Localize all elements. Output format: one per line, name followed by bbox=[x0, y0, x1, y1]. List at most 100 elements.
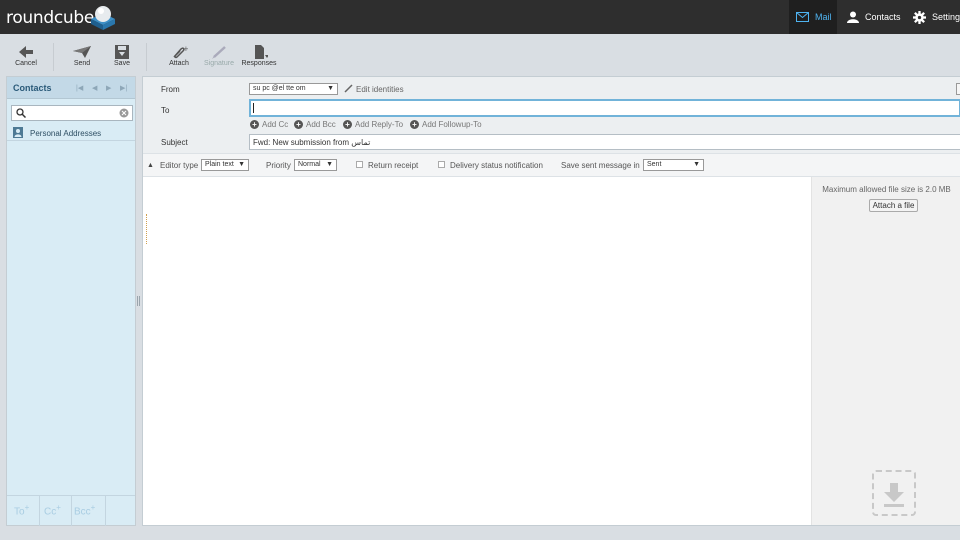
add-to-label: To bbox=[14, 506, 25, 518]
add-bcc-label: Bcc bbox=[74, 506, 91, 518]
delivery-status-checkbox[interactable] bbox=[438, 161, 445, 168]
send-button[interactable]: Send bbox=[62, 45, 102, 67]
plus-icon: + bbox=[56, 503, 61, 512]
nav-mail-label: Mail bbox=[815, 12, 832, 22]
nav-settings[interactable]: Settings bbox=[913, 0, 960, 34]
contacts-panel: Contacts |◀ ◀ ▶ ▶| Personal Addresses To… bbox=[6, 76, 136, 526]
save-sent-select[interactable]: Sent ▼ bbox=[643, 159, 704, 171]
add-to-button[interactable]: To+ bbox=[14, 503, 29, 517]
priority-select[interactable]: Normal ▼ bbox=[294, 159, 337, 171]
add-cc-label: Cc bbox=[44, 506, 57, 518]
add-followup-to-label: Add Followup-To bbox=[422, 120, 482, 129]
contacts-panel-header: Contacts |◀ ◀ ▶ ▶| bbox=[7, 77, 135, 99]
add-followup-to-link[interactable]: + Add Followup-To bbox=[410, 120, 482, 129]
add-cc-button[interactable]: Cc+ bbox=[44, 503, 61, 517]
priority-label: Priority bbox=[266, 161, 291, 170]
attach-button[interactable]: + Attach bbox=[159, 45, 199, 67]
next-page-icon[interactable]: ▶ bbox=[106, 84, 111, 92]
send-label: Send bbox=[73, 60, 91, 67]
editor-type-label: Editor type bbox=[160, 161, 199, 170]
address-book-label: Personal Addresses bbox=[30, 129, 102, 138]
compose-options-bar: ▲ Editor type Plain text ▼ Priority Norma… bbox=[143, 153, 960, 177]
from-select[interactable]: su pc @el tte om ▼ bbox=[249, 83, 338, 95]
compose-toolbar: Cancel Send Save + Attach Signature Resp… bbox=[0, 34, 960, 74]
edit-identities-link[interactable]: Edit identities bbox=[344, 84, 404, 94]
priority-value: Normal bbox=[298, 161, 321, 168]
attach-file-button[interactable]: Attach a file bbox=[869, 199, 918, 212]
document-icon bbox=[255, 45, 268, 59]
to-input[interactable] bbox=[249, 99, 960, 117]
plus-circle-icon: + bbox=[410, 120, 419, 129]
subject-label: Subject bbox=[161, 138, 188, 147]
add-reply-to-link[interactable]: + Add Reply-To bbox=[343, 120, 403, 129]
to-label: To bbox=[161, 106, 170, 115]
attachments-panel: Maximum allowed file size is 2.0 MB Atta… bbox=[811, 177, 960, 525]
plus-circle-icon: + bbox=[294, 120, 303, 129]
clear-search-icon[interactable] bbox=[119, 108, 129, 118]
compose-headers: From su pc @el tte om ▼ Edit identities … bbox=[143, 77, 960, 153]
message-body-editor[interactable] bbox=[143, 177, 811, 525]
plus-circle-icon: + bbox=[343, 120, 352, 129]
app-logo[interactable]: roundcube bbox=[6, 8, 94, 28]
save-icon bbox=[115, 45, 129, 59]
svg-text:+: + bbox=[183, 45, 188, 53]
prev-page-icon[interactable]: ◀ bbox=[92, 84, 97, 92]
signature-label: Signature bbox=[204, 60, 234, 67]
text-caret bbox=[253, 103, 254, 113]
attach-label: Attach bbox=[169, 60, 189, 67]
add-bcc-link[interactable]: + Add Bcc bbox=[294, 120, 336, 129]
add-bcc-button[interactable]: Bcc+ bbox=[74, 503, 95, 517]
save-sent-label: Save sent message in bbox=[561, 161, 640, 170]
footer-divider bbox=[105, 496, 106, 526]
pencil-icon bbox=[344, 84, 353, 93]
address-book-item[interactable]: Personal Addresses bbox=[7, 125, 135, 141]
return-receipt-checkbox[interactable] bbox=[356, 161, 363, 168]
nav-contacts[interactable]: Contacts bbox=[845, 0, 905, 34]
first-page-icon[interactable]: |◀ bbox=[76, 84, 83, 92]
footer-divider bbox=[39, 496, 40, 526]
address-book-icon bbox=[13, 127, 23, 138]
recipient-add-bar: To+ Cc+ Bcc+ bbox=[7, 495, 135, 526]
subject-input[interactable]: Fwd: New submission from تماس bbox=[249, 134, 960, 150]
contacts-search-input[interactable] bbox=[11, 105, 133, 121]
editor-type-select[interactable]: Plain text ▼ bbox=[201, 159, 249, 171]
last-page-icon[interactable]: ▶| bbox=[120, 84, 127, 92]
from-value: su pc @el tte om bbox=[253, 85, 306, 92]
save-button[interactable]: Save bbox=[102, 45, 142, 67]
collapse-options-icon[interactable]: ▲ bbox=[147, 162, 154, 169]
plus-icon: + bbox=[24, 503, 30, 512]
dropdown-arrow-icon: ▼ bbox=[327, 85, 334, 92]
editor-type-value: Plain text bbox=[205, 161, 234, 168]
roundcube-logo-icon bbox=[91, 6, 115, 30]
editor-margin-marker bbox=[146, 214, 147, 244]
nav-mail[interactable]: Mail bbox=[789, 0, 837, 34]
person-icon bbox=[847, 11, 859, 23]
cancel-button[interactable]: Cancel bbox=[6, 45, 46, 67]
gear-icon bbox=[913, 10, 926, 24]
cancel-label: Cancel bbox=[15, 60, 37, 67]
panel-splitter[interactable] bbox=[137, 296, 140, 306]
return-receipt-label: Return receipt bbox=[368, 161, 419, 170]
plus-icon: + bbox=[90, 503, 96, 512]
plus-circle-icon: + bbox=[250, 120, 259, 129]
edit-identities-label: Edit identities bbox=[356, 85, 404, 94]
file-drop-zone[interactable] bbox=[872, 470, 916, 516]
responses-button[interactable]: Responses bbox=[239, 45, 279, 67]
paperclip-icon: + bbox=[173, 45, 188, 59]
signature-button[interactable]: Signature bbox=[199, 45, 239, 67]
save-sent-value: Sent bbox=[647, 161, 662, 168]
footer-divider bbox=[71, 496, 72, 526]
toolbar-divider bbox=[53, 43, 54, 71]
paper-plane-icon bbox=[73, 46, 91, 58]
envelope-icon bbox=[796, 12, 809, 22]
compose-form: From su pc @el tte om ▼ Edit identities … bbox=[142, 76, 960, 526]
responses-label: Responses bbox=[241, 60, 277, 67]
add-cc-link-label: Add Cc bbox=[262, 120, 289, 129]
delivery-status-label: Delivery status notification bbox=[450, 161, 543, 170]
expand-button[interactable] bbox=[956, 83, 960, 95]
contacts-panel-title: Contacts bbox=[13, 83, 52, 93]
max-file-size-text: Maximum allowed file size is 2.0 MB bbox=[822, 185, 951, 194]
save-label: Save bbox=[114, 60, 130, 67]
subject-value: Fwd: New submission from تماس bbox=[253, 138, 371, 147]
add-cc-link[interactable]: + Add Cc bbox=[250, 120, 288, 129]
